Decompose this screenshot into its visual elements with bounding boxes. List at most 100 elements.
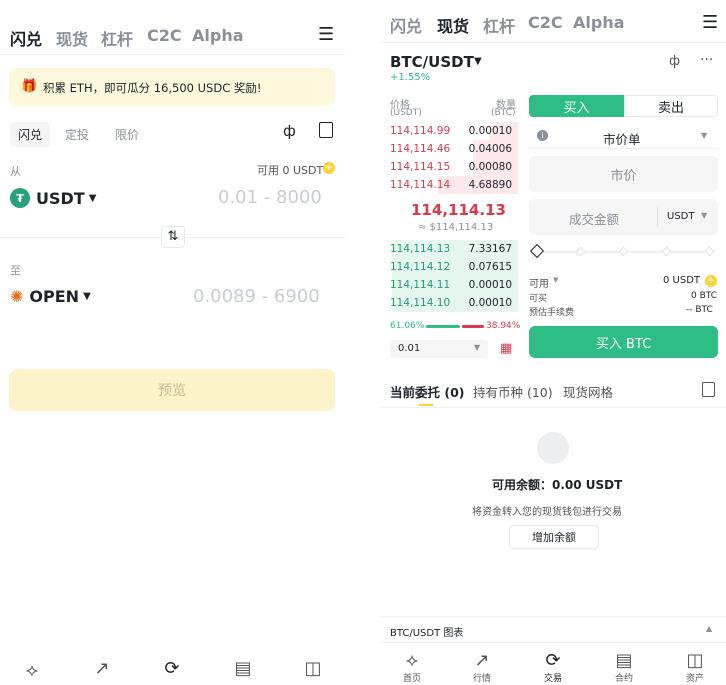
bid-qty: 0.00010 [468, 279, 512, 291]
chart-toggle[interactable]: BTC/USDT 图表 [390, 624, 463, 639]
tab-spot[interactable]: 现货 [437, 13, 469, 37]
slider-tick[interactable] [661, 246, 672, 257]
buy-btc-button[interactable]: 买入 BTC [529, 326, 718, 358]
more-icon[interactable]: ··· [700, 52, 713, 68]
candlestick-icon[interactable]: ф [283, 122, 296, 140]
empty-balance: 可用余额：0.00 USDT [492, 478, 623, 492]
tab-margin[interactable]: 杠杆 [483, 13, 515, 37]
tab-alpha[interactable]: Alpha [192, 26, 244, 45]
futures-icon: ▤ [615, 650, 633, 671]
tab-c2c[interactable]: C2C [147, 26, 182, 45]
market-price-field: 市价 [529, 156, 718, 192]
history-icon[interactable] [702, 382, 715, 397]
chevron-up-icon[interactable]: ▲ [706, 624, 712, 633]
chevron-down-icon[interactable]: ▼ [553, 276, 558, 284]
bid-row[interactable]: 114,114.11 0.00010 [388, 276, 518, 294]
ask-row[interactable]: 114,114.46 0.04006 [388, 140, 518, 158]
tab-swap[interactable]: 闪兑 [10, 26, 42, 50]
ask-row[interactable]: 114,114.99 0.00010 [388, 122, 518, 140]
preview-button[interactable]: 预览 [9, 369, 335, 411]
nav-futures[interactable]: ▤ 合约 [604, 650, 644, 684]
active-tab-indicator [419, 404, 433, 406]
slider-handle[interactable] [529, 243, 545, 259]
buy-ratio: 61.06% [390, 321, 425, 331]
divider [380, 407, 726, 408]
tab-open-orders[interactable]: 当前委托 (0) [390, 382, 464, 401]
ask-list: 114,114.99 0.00010 114,114.46 0.04006 114,… [388, 122, 518, 194]
order-type-selector[interactable]: i 市价单 ▼ [529, 125, 718, 149]
fee-label: 预估手续费 [529, 308, 575, 318]
last-price-usd: ≈ $114,114.13 [418, 222, 494, 233]
from-label: 从 [10, 165, 21, 178]
sell-tab[interactable]: 卖出 [624, 95, 718, 117]
slider-tick[interactable] [704, 246, 715, 257]
fee-value: -- BTC [686, 305, 713, 315]
buy-tab[interactable]: 买入 [529, 95, 624, 117]
bid-row[interactable]: 114,114.13 7.33167 [388, 240, 518, 258]
tab-margin[interactable]: 杠杆 [101, 26, 133, 50]
bid-row[interactable]: 114,114.10 0.00010 [388, 294, 518, 312]
pair-name[interactable]: BTC/USDT [390, 53, 474, 71]
tab-holdings[interactable]: 持有币种 (10) [473, 382, 553, 401]
mode-swap[interactable]: 闪兑 [10, 122, 51, 147]
amount-field[interactable]: 成交金额 USDT ▼ [529, 199, 718, 235]
gap [345, 0, 380, 685]
nav-markets-label: 行情 [472, 674, 491, 684]
ask-price: 114,114.46 [390, 143, 451, 155]
candlestick-icon[interactable]: ф [669, 54, 680, 69]
futures-icon[interactable]: ▤ [223, 658, 263, 679]
divider [0, 54, 345, 55]
from-coin-selector[interactable]: ₮ USDT ▼ [10, 188, 96, 208]
chevron-down-icon: ▼ [474, 343, 481, 352]
depth-selector[interactable]: 0.01 ▼ [390, 340, 488, 358]
info-icon[interactable]: i [537, 130, 548, 141]
tab-swap[interactable]: 闪兑 [390, 13, 422, 37]
history-icon[interactable] [319, 122, 333, 138]
menu-icon[interactable]: ☰ [702, 12, 718, 33]
menu-icon[interactable]: ☰ [318, 24, 334, 45]
ask-qty: 0.00080 [468, 161, 512, 173]
book-layout-icon[interactable]: ▦ [500, 341, 512, 356]
markets-icon: ↗ [474, 650, 490, 671]
to-coin-selector[interactable]: ✺ OPEN ▼ [10, 287, 91, 306]
nav-markets[interactable]: ↗ 行情 [462, 650, 502, 684]
from-amount-input[interactable]: 0.01 - 8000 [218, 187, 322, 208]
trade-icon[interactable]: ⟳ [152, 658, 192, 679]
tab-alpha[interactable]: Alpha [573, 13, 625, 32]
divider [380, 616, 726, 617]
to-amount-input[interactable]: 0.0089 - 6900 [193, 286, 320, 307]
bid-price: 114,114.10 [390, 297, 451, 309]
mode-recurring[interactable]: 定投 [65, 126, 89, 143]
gift-icon: 🎁 [21, 79, 38, 94]
add-balance-button[interactable]: 增加余额 [509, 525, 599, 549]
usdt-icon: ₮ [10, 188, 30, 208]
nav-trade[interactable]: ⟳ 交易 [533, 650, 573, 684]
slider-tick[interactable] [575, 246, 586, 257]
tab-c2c[interactable]: C2C [528, 13, 563, 32]
markets-icon[interactable]: ↗ [82, 658, 122, 679]
nav-home[interactable]: ⟡ 首页 [392, 650, 432, 684]
swap-direction-icon[interactable]: ⇅ [161, 226, 185, 248]
ask-row[interactable]: 114,114.14 4.68890 [388, 176, 518, 194]
amount-input[interactable]: 成交金额 [569, 209, 619, 228]
empty-state-icon [537, 432, 569, 464]
nav-trade-label: 交易 [543, 674, 562, 684]
promo-banner[interactable]: 🎁 积累 ETH，即可瓜分 16,500 USDC 奖励! [9, 68, 335, 106]
ask-row[interactable]: 114,114.15 0.00080 [388, 158, 518, 176]
plus-icon[interactable]: + [705, 275, 717, 287]
plus-icon[interactable]: + [323, 162, 335, 174]
nav-assets[interactable]: ◫ 资产 [675, 650, 715, 684]
bid-row[interactable]: 114,114.12 0.07615 [388, 258, 518, 276]
bid-price: 114,114.12 [390, 261, 451, 273]
amount-unit[interactable]: USDT [667, 211, 694, 222]
home-icon[interactable]: ⟡ [12, 660, 52, 681]
available-label: 可用 [529, 279, 549, 290]
chevron-down-icon[interactable]: ▼ [474, 56, 482, 67]
mode-limit[interactable]: 限价 [115, 126, 139, 143]
tab-spot-grid[interactable]: 现货网格 [563, 382, 613, 401]
nav-futures-label: 合约 [614, 674, 633, 684]
bid-price: 114,114.11 [390, 279, 451, 291]
slider-tick[interactable] [618, 246, 629, 257]
assets-icon[interactable]: ◫ [293, 658, 333, 679]
tab-spot[interactable]: 现货 [56, 26, 88, 50]
